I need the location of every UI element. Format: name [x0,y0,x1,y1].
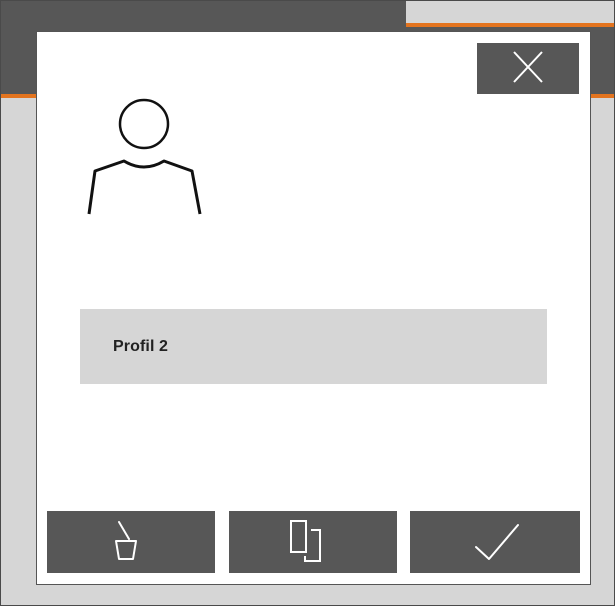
delete-button[interactable] [47,511,215,573]
close-icon [513,51,543,83]
checkmark-icon [475,524,519,560]
copy-icon [290,520,321,562]
user-profile-icon [87,98,202,215]
background-tab-accent-line [406,23,614,27]
profile-dialog: Profil 2 [36,31,591,585]
dialog-action-row [47,511,580,573]
screen-frame: Profil 2 [0,0,615,606]
copy-button[interactable] [229,511,397,573]
close-button[interactable] [477,43,579,94]
profile-name-input[interactable]: Profil 2 [80,309,547,384]
profile-name-value: Profil 2 [113,337,169,355]
profile-avatar [84,98,209,215]
delete-icon [115,521,137,560]
confirm-button[interactable] [410,511,580,573]
